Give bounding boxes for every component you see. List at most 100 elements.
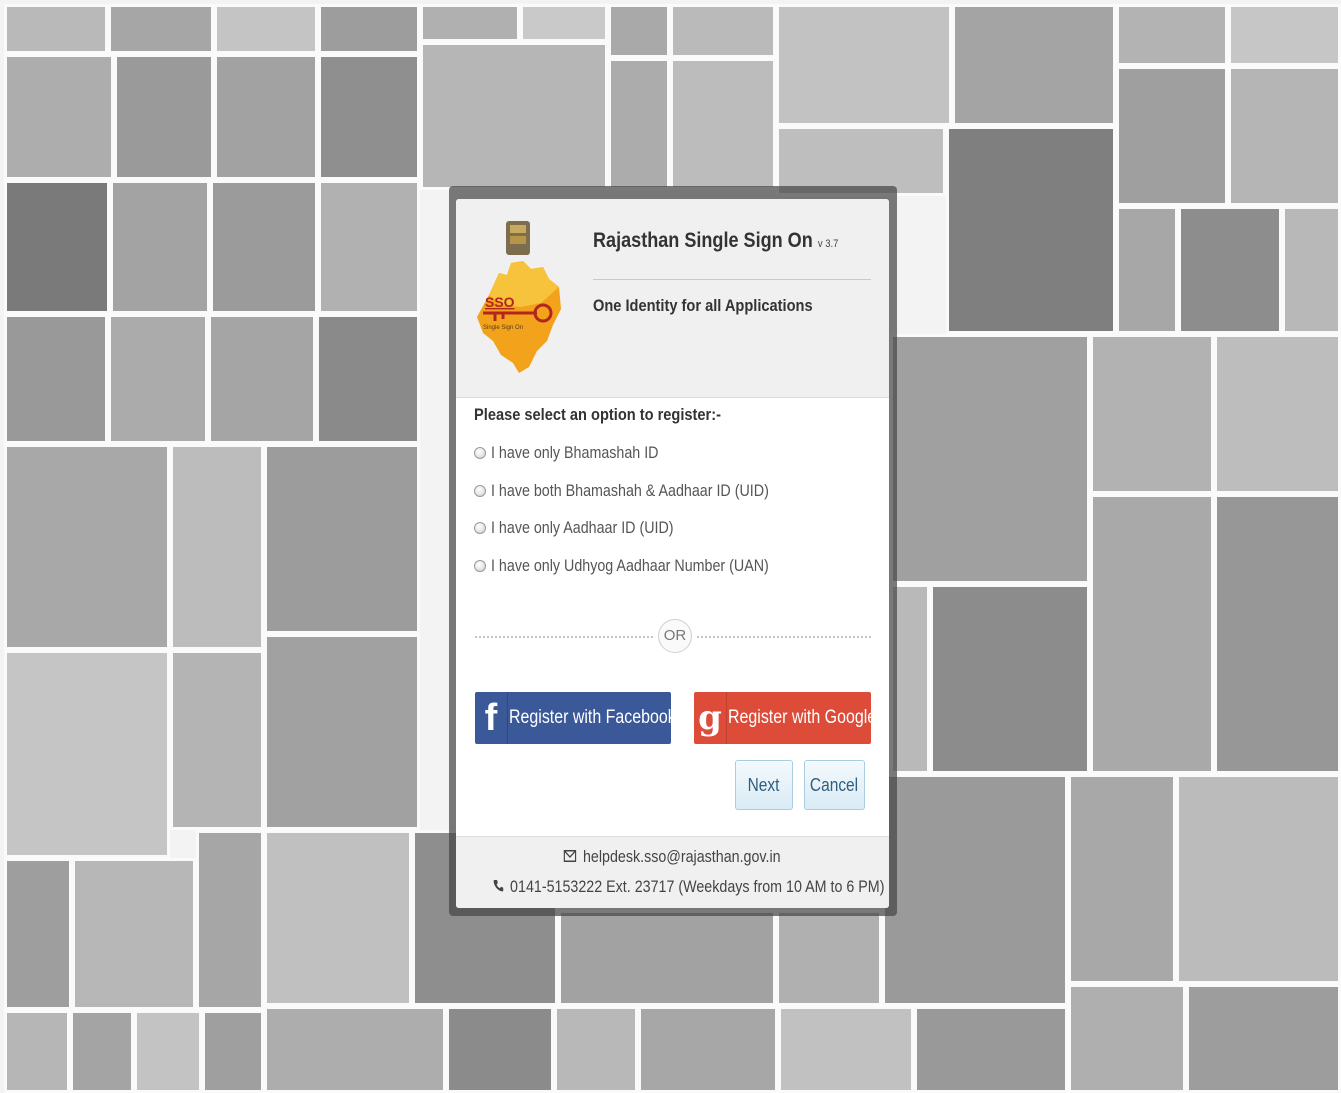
mosaic-tile — [264, 444, 420, 634]
mosaic-tile — [110, 180, 210, 314]
mosaic-tile — [316, 314, 420, 444]
google-plus-icon: g — [694, 692, 727, 744]
mosaic-tile — [264, 634, 420, 830]
tagline: One Identity for all Applications — [593, 296, 813, 315]
mosaic-tile — [72, 858, 196, 1010]
mosaic-tile — [4, 180, 110, 314]
mosaic-tile — [1116, 66, 1228, 206]
mosaic-tile — [108, 314, 208, 444]
sso-key-logo: SSO Single Sign On — [471, 217, 566, 377]
mosaic-tile — [1116, 206, 1178, 334]
mosaic-tile — [776, 910, 882, 1006]
mosaic-tile — [4, 1010, 70, 1093]
option-aadhaar-only[interactable]: I have only Aadhaar ID (UID) — [474, 517, 708, 539]
mosaic-tile — [554, 1006, 638, 1093]
or-divider-right — [697, 636, 871, 638]
mosaic-tile — [946, 126, 1116, 334]
mosaic-tile — [114, 54, 214, 180]
mosaic-tile — [1116, 4, 1228, 66]
mosaic-tile — [4, 4, 108, 54]
mosaic-tile — [4, 444, 170, 650]
mosaic-tile — [1228, 66, 1341, 206]
mosaic-tile — [70, 1010, 134, 1093]
mosaic-tile — [420, 42, 608, 190]
mosaic-tile — [4, 314, 108, 444]
cancel-button[interactable]: Cancel — [804, 760, 865, 810]
radio-button[interactable] — [474, 447, 486, 459]
mosaic-tile — [1090, 334, 1214, 494]
mosaic-tile — [264, 1006, 446, 1093]
mosaic-tile — [1178, 206, 1282, 334]
helpdesk-phone-row: 0141-5153222 Ext. 23717 (Weekdays from 1… — [456, 877, 889, 897]
radio-button[interactable] — [474, 522, 486, 534]
mosaic-tile — [318, 54, 420, 180]
mosaic-tile — [558, 910, 776, 1006]
option-udhyog-aadhaar[interactable]: I have only Udhyog Aadhaar Number (UAN) — [474, 555, 822, 577]
facebook-button-label: Register with Facebook — [509, 707, 671, 728]
mosaic-tile — [4, 858, 72, 1010]
option-label: I have both Bhamashah & Aadhaar ID (UID) — [491, 481, 769, 500]
mosaic-tile — [608, 58, 670, 190]
app-title-text: Rajasthan Single Sign On — [593, 229, 813, 252]
mosaic-tile — [202, 1010, 264, 1093]
mosaic-tile — [778, 1006, 914, 1093]
helpdesk-email-row: helpdesk.sso@rajasthan.gov.in — [456, 847, 889, 867]
mosaic-tile — [1228, 4, 1341, 66]
mosaic-tile — [1186, 984, 1341, 1093]
mosaic-tile — [1214, 494, 1341, 774]
mosaic-tile — [1068, 774, 1176, 984]
mosaic-tile — [4, 54, 114, 180]
mosaic-tile — [208, 314, 316, 444]
logo-sso-text: SSO — [485, 294, 515, 310]
mosaic-tile — [930, 584, 1090, 774]
option-label: I have only Bhamashah ID — [491, 443, 659, 462]
mosaic-tile — [134, 1010, 202, 1093]
radio-button[interactable] — [474, 485, 486, 497]
mosaic-tile — [776, 4, 952, 126]
dialog-header: SSO Single Sign On Rajasthan Single Sign… — [456, 199, 889, 398]
next-button[interactable]: Next — [735, 760, 793, 810]
or-separator: OR — [658, 619, 692, 653]
facebook-icon: f — [475, 692, 508, 744]
sso-registration-dialog: SSO Single Sign On Rajasthan Single Sign… — [456, 199, 889, 908]
google-button-label: Register with Google — [728, 707, 871, 728]
sso-logo-graphic: SSO Single Sign On — [477, 221, 561, 373]
mosaic-tile — [1282, 206, 1341, 334]
helpdesk-phone: 0141-5153222 Ext. 23717 (Weekdays from 1… — [510, 877, 885, 896]
cancel-button-label: Cancel — [810, 775, 859, 795]
option-label: I have only Aadhaar ID (UID) — [491, 518, 674, 537]
option-bhamashah-only[interactable]: I have only Bhamashah ID — [474, 442, 690, 464]
mosaic-tile — [882, 774, 1068, 1006]
mosaic-tile — [196, 830, 264, 1010]
mosaic-tile — [890, 334, 1090, 584]
helpdesk-email[interactable]: helpdesk.sso@rajasthan.gov.in — [583, 847, 781, 866]
or-divider-left — [475, 636, 653, 638]
option-bhamashah-and-aadhaar[interactable]: I have both Bhamashah & Aadhaar ID (UID) — [474, 480, 822, 502]
next-button-label: Next — [748, 775, 780, 795]
mosaic-tile — [214, 54, 318, 180]
mosaic-tile — [520, 4, 608, 42]
mosaic-tile — [214, 4, 318, 54]
app-title: Rajasthan Single Sign On v 3.7 — [593, 229, 838, 253]
mosaic-tile — [670, 4, 776, 58]
mosaic-tile — [1176, 774, 1341, 984]
register-with-facebook-button[interactable]: f Register with Facebook — [475, 692, 671, 744]
mosaic-tile — [446, 1006, 554, 1093]
register-with-google-button[interactable]: g Register with Google — [694, 692, 871, 744]
mosaic-tile — [4, 650, 170, 858]
dialog-footer: helpdesk.sso@rajasthan.gov.in 0141-51532… — [456, 836, 889, 908]
mosaic-tile — [108, 4, 214, 54]
mosaic-tile — [670, 58, 776, 190]
mosaic-tile — [608, 4, 670, 58]
mosaic-tile — [914, 1006, 1068, 1093]
header-divider — [593, 279, 871, 280]
mosaic-tile — [1214, 334, 1341, 494]
mosaic-tile — [210, 180, 318, 314]
mosaic-tile — [1090, 494, 1214, 774]
envelope-icon — [564, 847, 577, 867]
mosaic-tile — [170, 650, 264, 830]
app-version: v 3.7 — [817, 238, 839, 250]
radio-button[interactable] — [474, 560, 486, 572]
option-label: I have only Udhyog Aadhaar Number (UAN) — [491, 556, 769, 575]
mosaic-tile — [170, 444, 264, 650]
